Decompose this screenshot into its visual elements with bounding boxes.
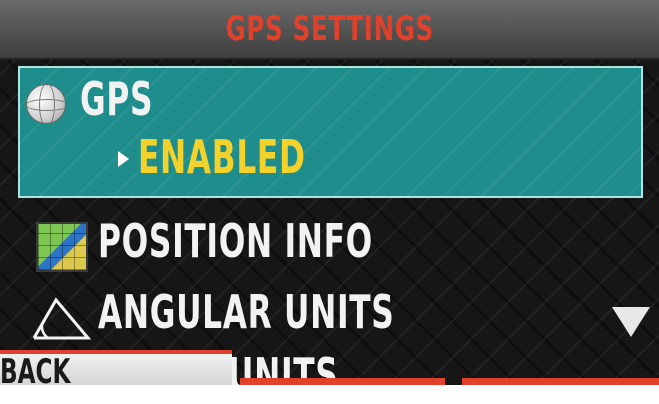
globe-icon bbox=[26, 84, 66, 124]
angle-icon bbox=[30, 296, 92, 346]
gps-settings-screen: GPS SETTINGS GPS ENABLED POSITION INFO A… bbox=[0, 0, 659, 385]
menu-item-angular-units[interactable]: ANGULAR UNITS bbox=[98, 285, 395, 339]
back-button-label: BACK bbox=[0, 352, 71, 385]
back-button[interactable]: BACK bbox=[0, 350, 232, 385]
menu-item-gps-label: GPS bbox=[80, 72, 154, 126]
arrow-right-icon bbox=[118, 151, 129, 167]
map-icon bbox=[36, 222, 88, 272]
menu-item-position-info[interactable]: POSITION INFO bbox=[98, 214, 373, 268]
footer-accent-bar bbox=[240, 378, 445, 385]
gps-value-enabled[interactable]: ENABLED bbox=[138, 130, 306, 184]
page-title: GPS SETTINGS bbox=[225, 9, 434, 49]
title-bar: GPS SETTINGS bbox=[0, 0, 659, 60]
scroll-down-arrow-icon[interactable] bbox=[612, 307, 650, 337]
footer-accent-bar bbox=[462, 378, 659, 385]
